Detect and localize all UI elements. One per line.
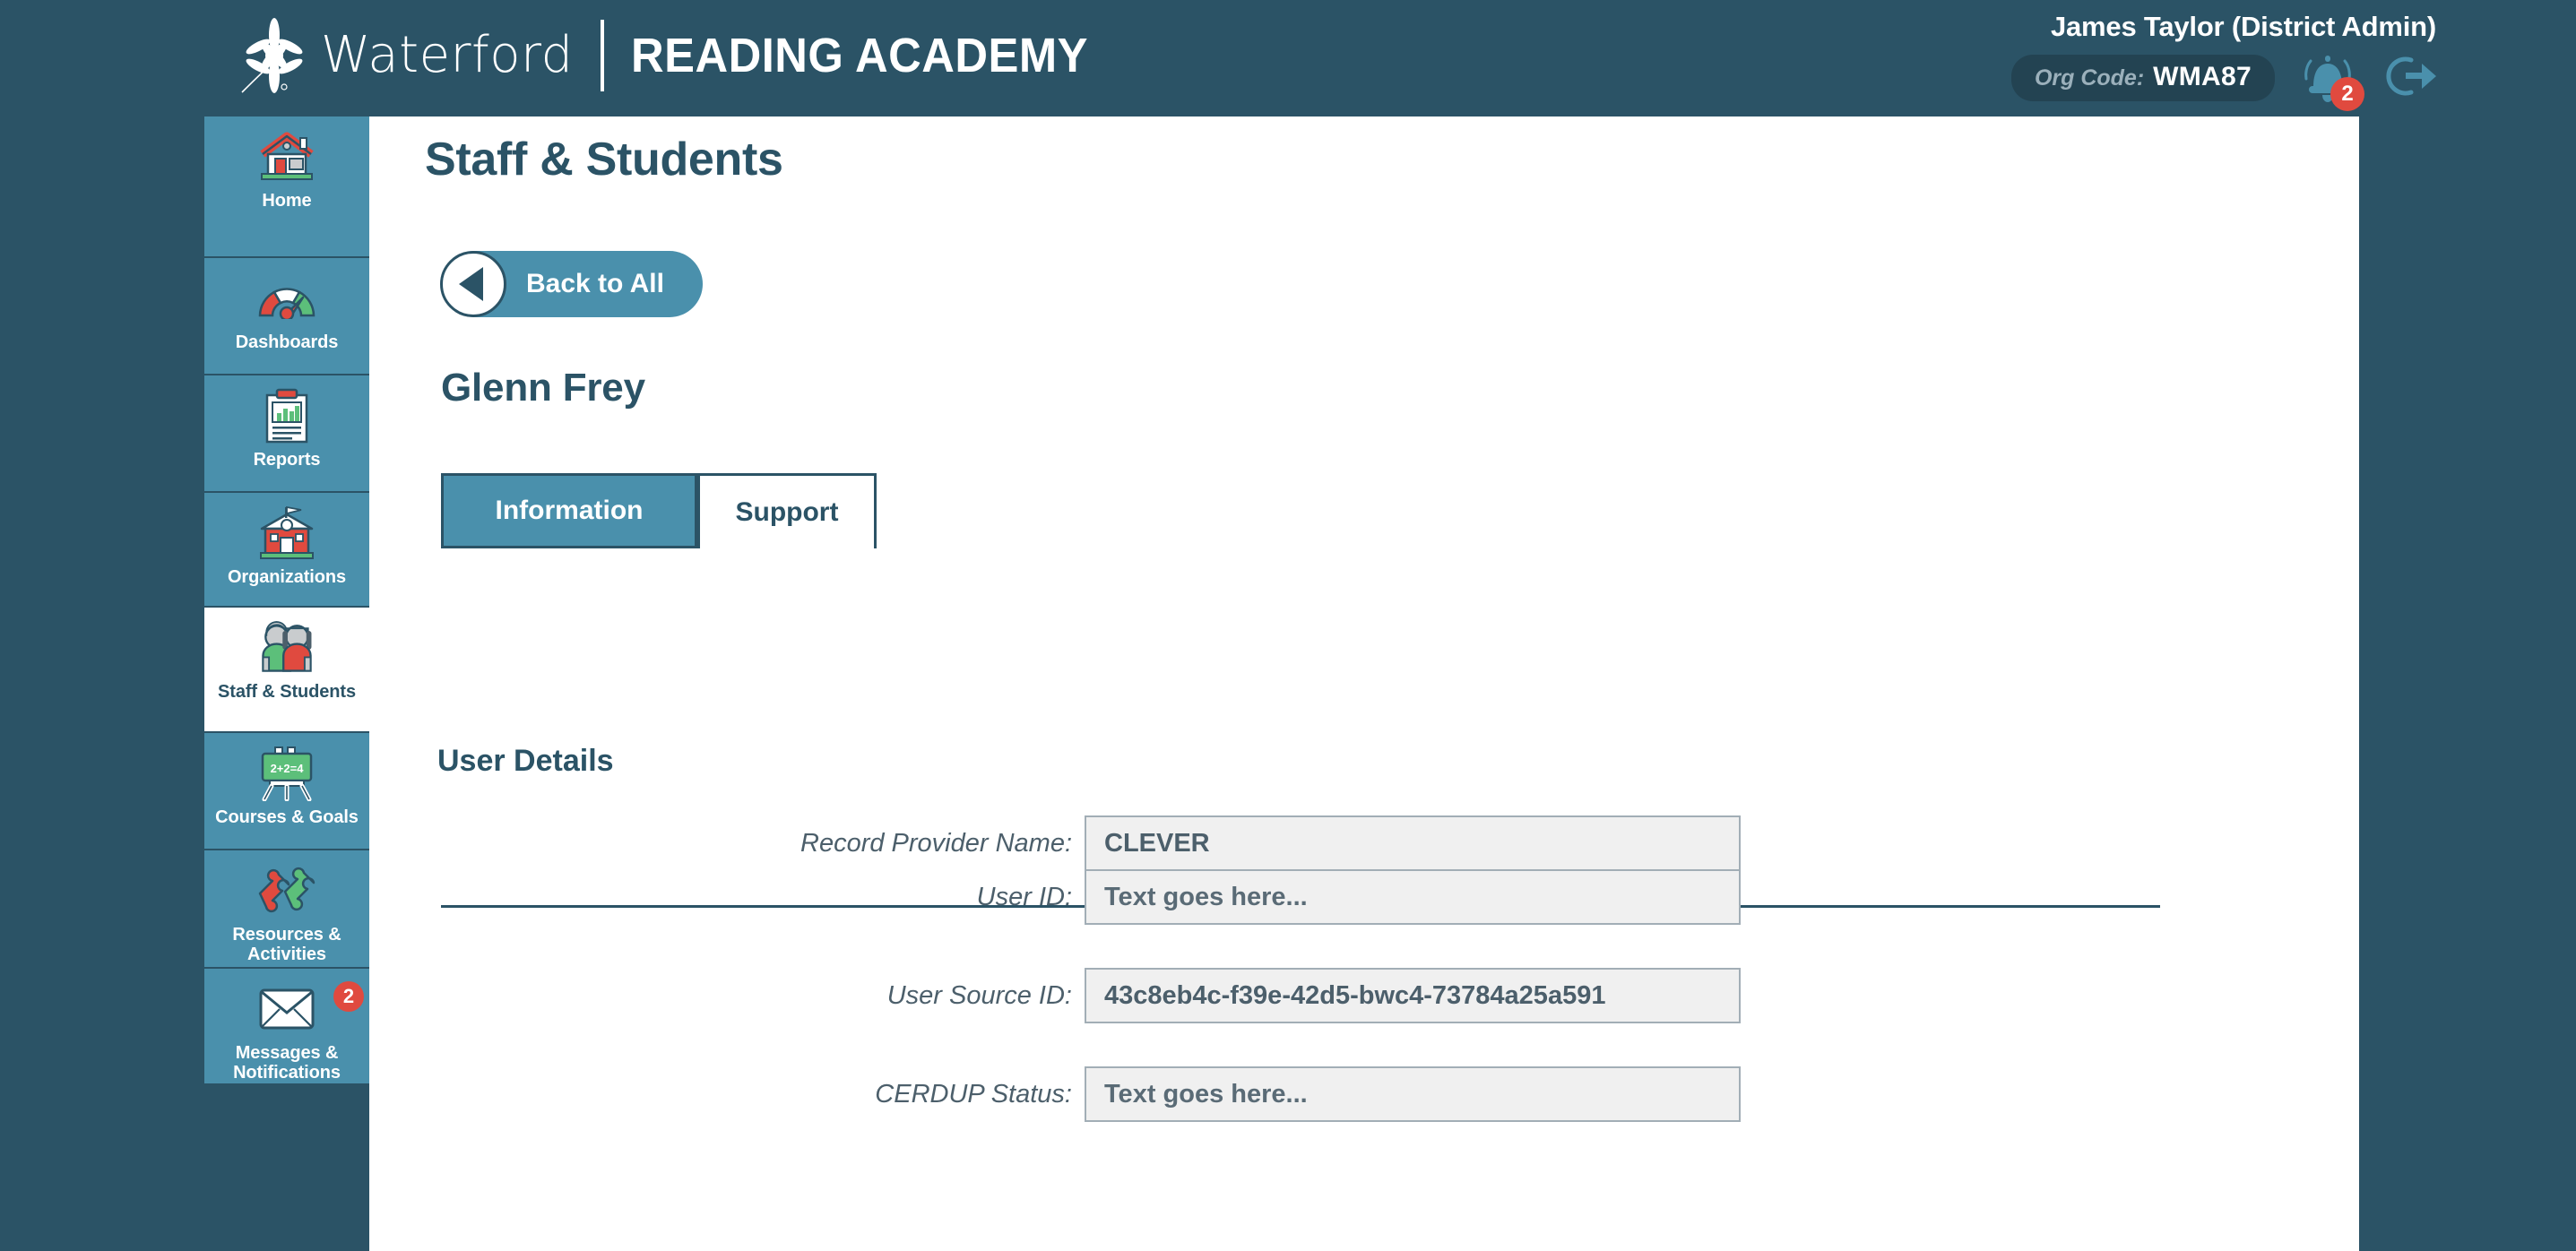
- sidebar-item-organizations[interactable]: Organizations: [204, 493, 369, 608]
- sidebar-item-label: Reports: [253, 450, 321, 470]
- app-header: Waterford READING ACADEMY James Taylor (…: [0, 0, 2576, 116]
- chalkboard-easel-icon: 2+2=4: [255, 744, 319, 803]
- brand-subtitle: READING ACADEMY: [630, 29, 1088, 82]
- brand-logo: Waterford READING ACADEMY: [240, 13, 1117, 99]
- sidebar-item-label: Courses & Goals: [215, 807, 359, 827]
- org-code-badge: Org Code: WMA87: [2010, 55, 2275, 101]
- field-row-cerdup-status: CERDUP Status: Text goes here...: [369, 1066, 1803, 1122]
- page-title: Staff & Students: [425, 134, 783, 185]
- back-to-all-button[interactable]: Back to All: [440, 251, 703, 317]
- header-controls: Org Code: WMA87 2: [2010, 50, 2438, 111]
- field-label: User Source ID:: [886, 980, 1072, 1010]
- user-id-field[interactable]: Text goes here...: [1085, 869, 1741, 925]
- back-button-label: Back to All: [526, 269, 664, 298]
- field-label: CERDUP Status:: [875, 1079, 1072, 1109]
- waterford-flower-logo-icon: [240, 17, 308, 94]
- user-name-label: James Taylor (District Admin): [2050, 11, 2436, 42]
- house-icon: [255, 127, 319, 186]
- brand-name: Waterford: [321, 26, 574, 84]
- record-provider-name-field[interactable]: CLEVER: [1085, 815, 1741, 871]
- cerdup-status-field[interactable]: Text goes here...: [1085, 1066, 1741, 1122]
- sidebar-item-home[interactable]: Home: [204, 116, 369, 258]
- svg-text:2+2=4: 2+2=4: [271, 762, 305, 775]
- sidebar-item-staff-students[interactable]: Staff & Students: [204, 608, 369, 733]
- tab-label: Information: [495, 496, 644, 525]
- tab-bar: Information Support: [441, 473, 2180, 908]
- sidebar-item-label: Messages & Notifications: [233, 1043, 341, 1083]
- org-code-label: Org Code:: [2034, 65, 2145, 91]
- envelope-icon: [255, 979, 319, 1039]
- brand-divider: [600, 20, 604, 91]
- field-label: Record Provider Name:: [800, 828, 1072, 858]
- primary-sidebar: Home Dashboards Reports Organizations St…: [204, 116, 369, 1251]
- messages-count-badge: 2: [333, 981, 364, 1012]
- school-building-icon: [255, 504, 319, 563]
- logout-button[interactable]: [2381, 53, 2438, 104]
- sidebar-item-label: Organizations: [227, 567, 347, 587]
- user-source-id-field[interactable]: 43c8eb4c-f39e-42d5-bwc4-73784a25a591: [1085, 968, 1741, 1023]
- gauge-icon: [255, 269, 319, 328]
- puzzle-pieces-icon: [255, 861, 319, 920]
- sidebar-item-dashboards[interactable]: Dashboards: [204, 258, 369, 375]
- field-row-user-source-id: User Source ID: 43c8eb4c-f39e-42d5-bwc4-…: [369, 968, 1803, 1023]
- section-title-user-details: User Details: [437, 744, 614, 778]
- org-code-value: WMA87: [2153, 62, 2252, 91]
- two-people-icon: [255, 618, 319, 677]
- sidebar-item-reports[interactable]: Reports: [204, 375, 369, 493]
- notifications-button[interactable]: 2: [2300, 50, 2364, 111]
- sidebar-item-label: Staff & Students: [218, 682, 356, 702]
- tab-support[interactable]: Support: [697, 473, 877, 548]
- back-arrow-icon: [440, 251, 506, 317]
- main-content: Staff & Students Back to All Glenn Frey …: [369, 116, 2359, 1251]
- field-row-user-id: User ID: Text goes here...: [369, 869, 1803, 925]
- person-name-heading: Glenn Frey: [441, 366, 645, 410]
- sidebar-item-label: Resources & Activities: [232, 925, 341, 964]
- header-right-cluster: James Taylor (District Admin) Org Code: …: [1870, 7, 2551, 111]
- sidebar-item-label: Dashboards: [235, 332, 339, 352]
- field-row-record-provider-name: Record Provider Name: CLEVER: [369, 815, 1803, 871]
- tab-information[interactable]: Information: [441, 473, 697, 548]
- clipboard-chart-icon: [255, 386, 319, 445]
- sidebar-item-label: Home: [262, 191, 312, 211]
- logout-icon: [2386, 56, 2436, 95]
- tab-label: Support: [735, 496, 839, 527]
- sidebar-item-resources-activities[interactable]: Resources & Activities: [204, 850, 369, 969]
- field-label: User ID:: [976, 882, 1072, 911]
- notification-count-badge: 2: [2330, 77, 2364, 111]
- sidebar-item-messages-notifications[interactable]: 2 Messages & Notifications: [204, 969, 369, 1085]
- page-shell: Home Dashboards Reports Organizations St…: [204, 116, 2359, 1251]
- sidebar-item-courses-goals[interactable]: 2+2=4 Courses & Goals: [204, 733, 369, 850]
